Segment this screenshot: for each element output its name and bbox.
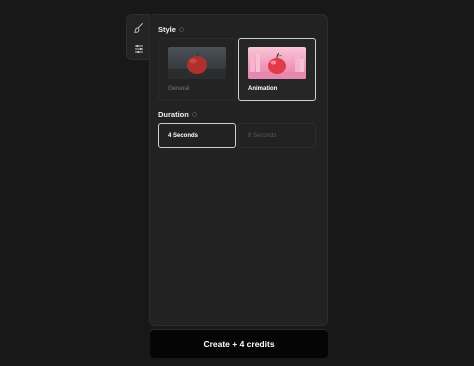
brush-icon [134, 23, 143, 33]
duration-section-title: Duration [158, 110, 197, 119]
general-thumbnail [168, 47, 226, 79]
style-tool-button[interactable] [127, 17, 151, 39]
info-icon[interactable] [178, 27, 184, 32]
duration-title-label: Duration [158, 110, 189, 119]
create-button[interactable]: Create + 4 credits [150, 330, 328, 358]
settings-tool-button[interactable] [127, 38, 151, 60]
info-icon[interactable] [191, 112, 197, 117]
tool-strip [126, 14, 150, 60]
app-page: Style General Animation Duration 4 Secon… [0, 0, 474, 366]
sliders-icon [135, 45, 143, 53]
style-title-label: Style [158, 25, 176, 34]
apple-realistic-image [168, 51, 226, 79]
style-option-label: General [168, 86, 190, 92]
style-section-title: Style [158, 25, 184, 34]
duration-option-8-seconds[interactable]: 8 Seconds [238, 123, 316, 148]
apple-animated-image [248, 53, 306, 79]
animation-thumbnail [248, 47, 306, 79]
duration-option-4-seconds[interactable]: 4 Seconds [158, 123, 236, 148]
settings-panel: Style General Animation Duration 4 Secon… [149, 14, 328, 326]
style-option-general[interactable]: General [158, 38, 236, 101]
style-option-animation[interactable]: Animation [238, 38, 316, 101]
style-option-label: Animation [248, 86, 278, 92]
